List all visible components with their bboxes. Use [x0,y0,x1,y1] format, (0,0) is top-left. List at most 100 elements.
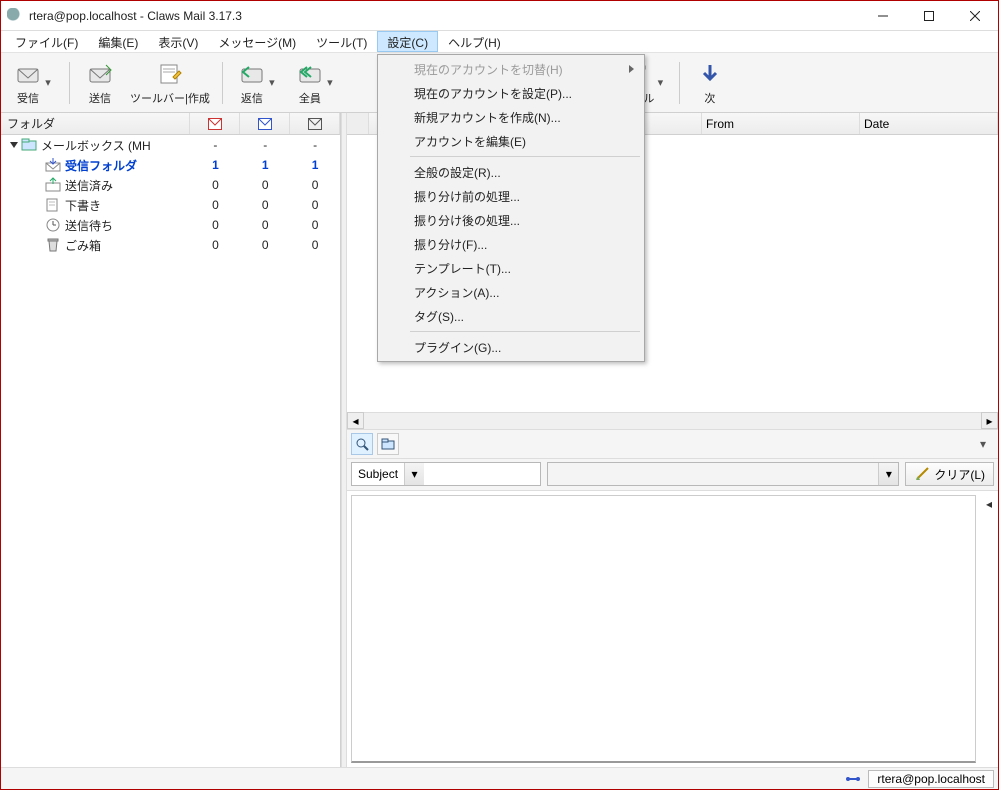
menu-set-account[interactable]: 現在のアカウントを設定(P)... [380,81,642,105]
menu-action[interactable]: アクション(A)... [380,280,642,304]
menu-tag[interactable]: タグ(S)... [380,304,642,328]
folder-list[interactable]: メールボックス (MH - - - 受信フォルダ 1 1 1 [1,135,340,767]
folder-queue[interactable]: 送信待ち 0 0 0 [1,215,340,235]
mailbox-icon [21,137,37,153]
app-icon [7,8,23,24]
menu-pre-filter[interactable]: 振り分け前の処理... [380,184,642,208]
mail-dropdown[interactable]: ▾ [654,56,666,110]
broom-icon [914,466,930,482]
scroll-right-icon[interactable]: ▸ [981,412,998,429]
close-button[interactable] [952,1,998,31]
list-header-corner[interactable] [347,113,369,134]
replyall-button[interactable]: 全員 ▾ [289,56,343,110]
menu-tool[interactable]: ツール(T) [306,31,377,52]
message-list-hscroll[interactable]: ◂ ▸ [347,412,998,429]
trash-folder-icon [45,237,61,253]
inbox-icon [45,157,61,173]
search-field-value: Subject [352,467,404,481]
account-button[interactable]: rtera@pop.localhost [868,770,994,788]
folder-header-total-icon[interactable] [290,113,340,134]
send-icon [86,60,114,88]
menu-preferences[interactable]: 全般の設定(R)... [380,160,642,184]
folder-header-label[interactable]: フォルダ [1,113,190,134]
folder-header-new-icon[interactable] [190,113,240,134]
list-header-date[interactable]: Date [860,113,998,134]
folder-label: ごみ箱 [65,237,101,254]
search-field-combo[interactable]: Subject ▾ [351,462,541,486]
send-label: 送信 [89,90,111,106]
search-input[interactable]: ▾ [547,462,899,486]
next-icon [696,60,724,88]
replyall-icon [296,60,324,88]
compose-label: ツールバー|作成 [130,90,210,106]
statusbar: rtera@pop.localhost [1,767,998,789]
compose-icon [156,60,184,88]
maximize-button[interactable] [906,1,952,31]
preview-collapse[interactable]: ◂ [980,491,998,768]
menu-view[interactable]: 表示(V) [148,31,208,52]
folder-pane: フォルダ メールボックス (MH - - [1,113,341,767]
quick-menu-dropdown[interactable]: ▾ [980,437,994,451]
reply-dropdown[interactable]: ▾ [266,56,278,110]
reply-button[interactable]: 返信 ▾ [231,56,285,110]
receive-icon [14,60,42,88]
preview-body[interactable] [351,495,976,764]
receive-dropdown[interactable]: ▾ [42,56,54,110]
receive-button[interactable]: 受信 ▾ [7,56,61,110]
clear-button[interactable]: クリア(L) [905,462,994,486]
sent-icon [45,177,61,193]
clear-label: クリア(L) [934,466,985,483]
folder-label: 送信済み [65,177,113,194]
menu-file[interactable]: ファイル(F) [5,31,88,52]
account-label: rtera@pop.localhost [877,772,985,786]
preview-pane: ◂ [347,491,998,768]
menu-edit-accounts[interactable]: アカウントを編集(E) [380,129,642,153]
folder-header-unread-icon[interactable] [240,113,290,134]
scroll-left-icon[interactable]: ◂ [347,412,364,429]
reply-label: 返信 [241,90,263,106]
folder-label: 受信フォルダ [65,157,137,174]
chevron-down-icon[interactable]: ▾ [878,463,898,485]
minimize-button[interactable] [860,1,906,31]
folder-label: 送信待ち [65,217,113,234]
folder-open-icon[interactable] [377,433,399,455]
queue-icon [45,217,61,233]
quicksearch-toggle[interactable] [351,433,373,455]
replyall-label: 全員 [299,90,321,106]
titlebar: rtera@pop.localhost - Claws Mail 3.17.3 [1,1,998,31]
reply-icon [238,60,266,88]
search-bar: Subject ▾ ▾ クリア(L) [347,459,998,491]
quick-toolbar: ▾ [347,429,998,459]
next-label: 次 [704,90,715,106]
receive-label: 受信 [17,90,39,106]
replyall-dropdown[interactable]: ▾ [324,56,336,110]
menubar: ファイル(F) 編集(E) 表示(V) メッセージ(M) ツール(T) 設定(C… [1,31,998,53]
folder-mailbox[interactable]: メールボックス (MH - - - [1,135,340,155]
menu-help[interactable]: ヘルプ(H) [438,31,511,52]
folder-label: 下書き [65,197,101,214]
next-button[interactable]: 次 [688,56,732,110]
chevron-down-icon[interactable]: ▾ [404,463,424,485]
send-button[interactable]: 送信 [78,56,122,110]
menu-post-filter[interactable]: 振り分け後の処理... [380,208,642,232]
menu-edit[interactable]: 編集(E) [88,31,148,52]
folder-inbox[interactable]: 受信フォルダ 1 1 1 [1,155,340,175]
settings-menu-popup: 現在のアカウントを切替(H) 現在のアカウントを設定(P)... 新規アカウント… [377,54,645,362]
menu-new-account[interactable]: 新規アカウントを作成(N)... [380,105,642,129]
draft-icon [45,197,61,213]
list-header-from[interactable]: From [702,113,860,134]
window-title: rtera@pop.localhost - Claws Mail 3.17.3 [29,9,242,23]
folder-draft[interactable]: 下書き 0 0 0 [1,195,340,215]
folder-sent[interactable]: 送信済み 0 0 0 [1,175,340,195]
menu-filter[interactable]: 振り分け(F)... [380,232,642,256]
menu-switch-account[interactable]: 現在のアカウントを切替(H) [380,57,642,81]
online-icon[interactable] [844,772,862,786]
menu-config[interactable]: 設定(C) [377,31,438,52]
folder-label: メールボックス (MH [41,137,151,154]
folder-trash[interactable]: ごみ箱 0 0 0 [1,235,340,255]
menu-message[interactable]: メッセージ(M) [208,31,306,52]
menu-plugin[interactable]: プラグイン(G)... [380,335,642,359]
menu-template[interactable]: テンプレート(T)... [380,256,642,280]
expand-icon[interactable] [10,142,18,148]
compose-button[interactable]: ツールバー|作成 [126,56,214,110]
